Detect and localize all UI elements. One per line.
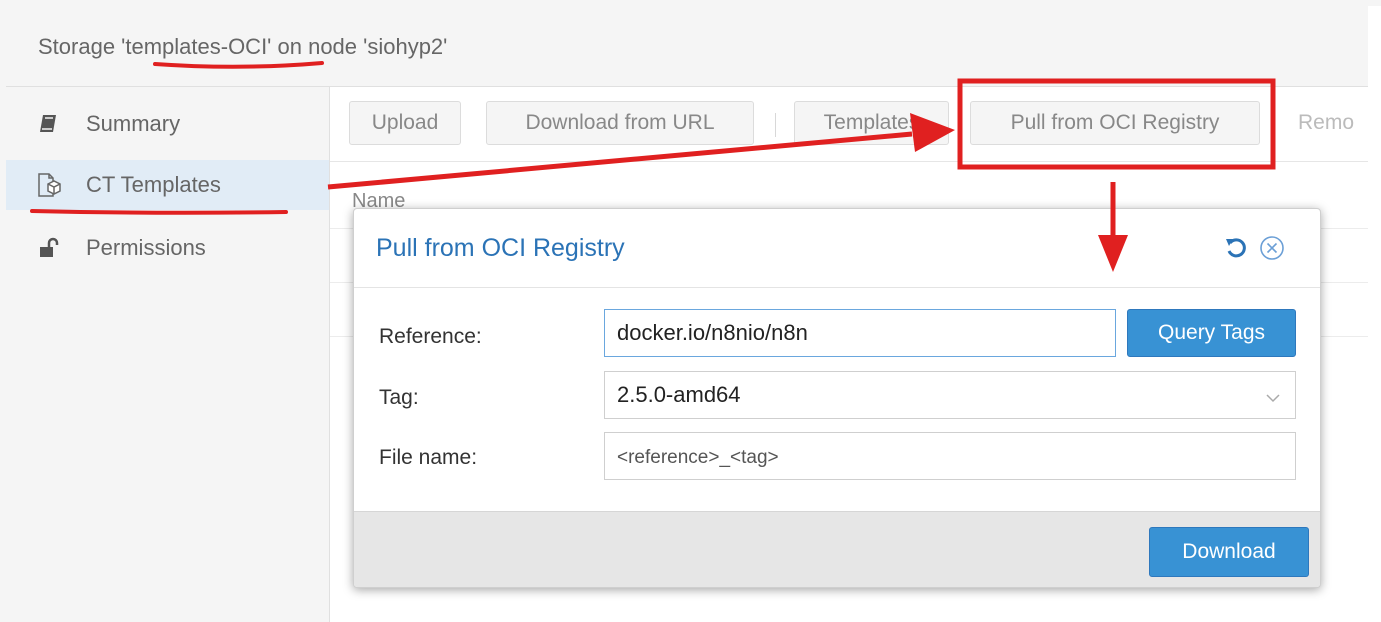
query-tags-button[interactable]: Query Tags [1127, 309, 1296, 357]
toolbar: Upload Download from URL Templates Pull … [330, 87, 1368, 162]
sidebar-item-summary[interactable]: Summary [6, 99, 329, 149]
reference-label: Reference: [379, 325, 482, 348]
remove-button[interactable]: Remo [1278, 101, 1381, 145]
sidebar-item-label: Permissions [86, 235, 206, 260]
tag-label: Tag: [379, 386, 419, 409]
pull-oci-dialog: Pull from OCI Registry Reference: Query … [353, 208, 1321, 588]
book-icon [36, 111, 62, 137]
sidebar-item-label: CT Templates [86, 172, 221, 197]
tag-select[interactable]: 2.5.0-amd64 [604, 371, 1296, 419]
reference-input[interactable] [604, 309, 1116, 357]
file-name-input[interactable] [604, 432, 1296, 480]
sidebar: Summary CT Templates Permissions [6, 87, 330, 622]
tag-select-value: 2.5.0-amd64 [617, 382, 741, 407]
templates-button[interactable]: Templates [794, 101, 949, 145]
unlock-icon [36, 235, 62, 261]
sidebar-item-label: Summary [86, 111, 181, 136]
chevron-down-icon[interactable] [1265, 386, 1281, 412]
file-cube-icon [36, 172, 62, 198]
dialog-header: Pull from OCI Registry [354, 209, 1320, 288]
upload-button[interactable]: Upload [349, 101, 461, 145]
pull-from-oci-registry-button[interactable]: Pull from OCI Registry [970, 101, 1260, 145]
download-from-url-button[interactable]: Download from URL [486, 101, 754, 145]
toolbar-separator [775, 113, 776, 137]
title-bar: Storage 'templates-OCI' on node 'siohyp2… [6, 6, 1368, 87]
dialog-title: Pull from OCI Registry [376, 234, 625, 262]
dialog-footer: Download [354, 511, 1320, 587]
download-button[interactable]: Download [1149, 527, 1309, 577]
file-name-label: File name: [379, 446, 478, 469]
sidebar-item-permissions[interactable]: Permissions [6, 223, 329, 273]
close-icon[interactable] [1257, 233, 1287, 263]
sidebar-item-ct-templates[interactable]: CT Templates [6, 160, 329, 210]
reset-icon[interactable] [1221, 233, 1251, 263]
page-title: Storage 'templates-OCI' on node 'siohyp2… [38, 34, 448, 59]
